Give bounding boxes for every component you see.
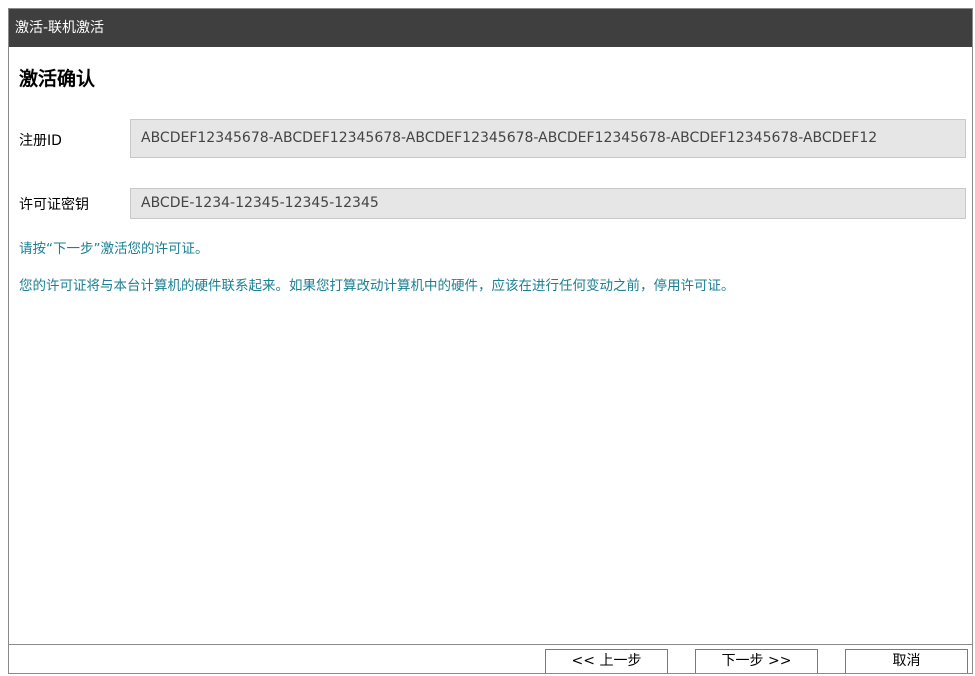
license-key-field[interactable]: ABCDE-1234-12345-12345-12345 (130, 188, 966, 219)
registration-id-field[interactable]: ABCDEF12345678-ABCDEF12345678-ABCDEF1234… (130, 119, 966, 158)
window-title: 激活-联机激活 (9, 9, 972, 47)
page-title: 激活确认 (19, 68, 96, 90)
next-button[interactable]: 下一步 >> (695, 649, 818, 673)
activation-dialog: 激活-联机激活 激活确认 注册ID ABCDEF12345678-ABCDEF1… (8, 8, 973, 674)
footer-divider (9, 644, 972, 645)
license-key-label: 许可证密钥 (19, 197, 89, 213)
instruction-text: 请按“下一步”激活您的许可证。 (19, 241, 209, 257)
cancel-button[interactable]: 取消 (845, 649, 968, 673)
registration-id-label: 注册ID (19, 133, 62, 149)
previous-button[interactable]: << 上一步 (545, 649, 668, 673)
hardware-notice-text: 您的许可证将与本台计算机的硬件联系起来。如果您打算改动计算机中的硬件，应该在进行… (19, 278, 735, 294)
